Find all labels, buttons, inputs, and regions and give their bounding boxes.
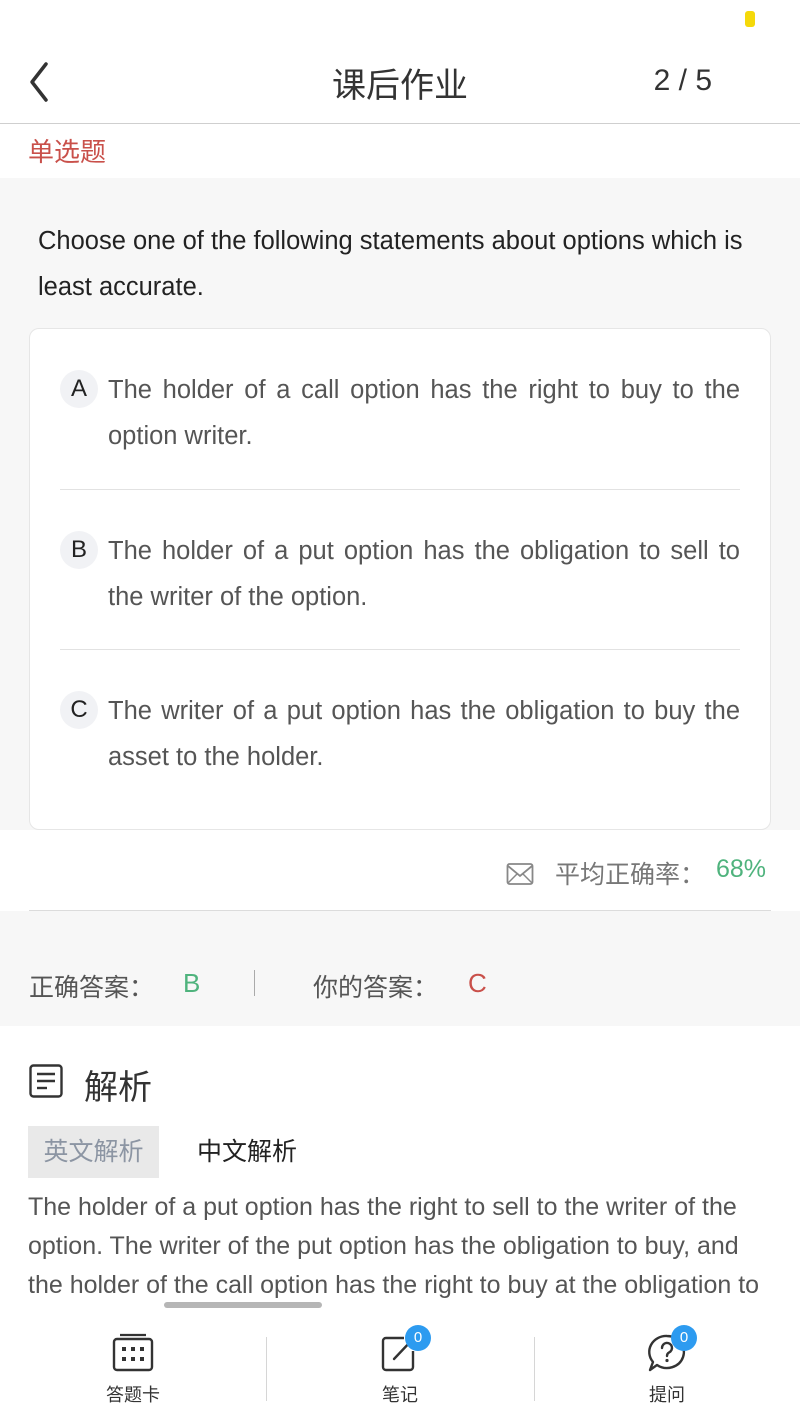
answer-card-label: 答题卡 [106,1385,160,1405]
bottom-toolbar: 答题卡 0 笔记 0 提问 [0,1315,800,1422]
status-indicator [745,11,755,27]
average-accuracy-label: 平均正确率： [555,861,706,889]
average-accuracy-value: 68% [716,855,767,883]
envelope-icon [506,863,534,885]
answer-card-icon [112,1333,154,1372]
notes-label: 笔记 [382,1385,418,1405]
question-type-label: 单选题 [28,137,107,167]
answer-separator [254,970,255,996]
correct-answer-label: 正确答案： [29,974,155,1002]
option-letter: A [60,370,98,408]
analysis-text: The holder of a put option has the right… [28,1193,760,1312]
document-list-icon [29,1064,63,1098]
correct-answer-value: B [183,968,201,998]
option-letter: C [60,691,98,729]
tab-chinese-analysis[interactable]: 中文解析 [197,1126,297,1178]
option-divider [60,489,740,490]
option-text: The writer of a put option has the oblig… [108,697,740,771]
your-answer-value: C [468,968,487,998]
notes-button[interactable]: 0 笔记 [267,1315,533,1422]
scroll-indicator [164,1302,322,1308]
question-progress: 2 / 5 [653,64,712,97]
options-card: A The holder of a call option has the ri… [29,328,771,830]
ask-label: 提问 [649,1385,685,1405]
option-text: The holder of a call option has the righ… [108,376,740,450]
your-answer-label: 你的答案： [313,974,439,1002]
option-text: The holder of a put option has the oblig… [108,537,740,611]
option-letter: B [60,531,98,569]
analysis-title: 解析 [84,1069,152,1107]
answer-card-button[interactable]: 答题卡 [0,1315,266,1422]
option-divider [60,649,740,650]
ask-question-button[interactable]: 0 提问 [534,1315,800,1422]
top-nav-bar: 课后作业 2 / 5 [0,40,800,124]
tab-english-analysis[interactable]: 英文解析 [28,1126,159,1178]
ask-count-badge: 0 [671,1325,697,1351]
question-text: Choose one of the following statements a… [38,227,743,301]
notes-count-badge: 0 [405,1325,431,1351]
